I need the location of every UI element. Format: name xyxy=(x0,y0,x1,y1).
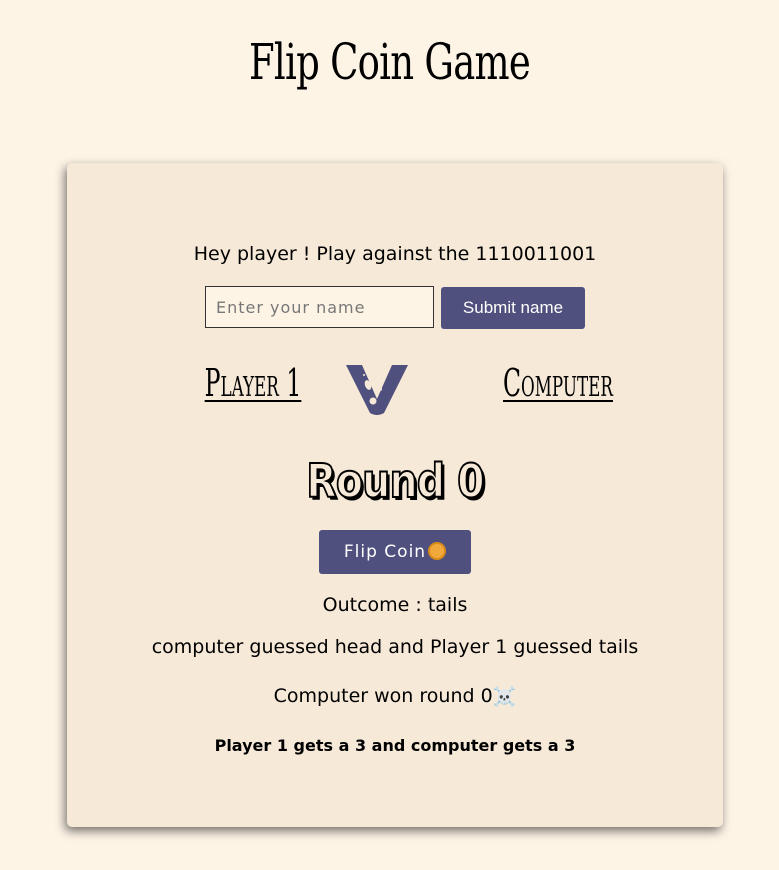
player-label: Player 1 xyxy=(204,361,302,405)
game-card: Hey player ! Play against the 1110011001… xyxy=(67,163,723,827)
round-result-text: Computer won round 0 xyxy=(273,685,493,707)
name-input[interactable] xyxy=(205,286,434,328)
submit-name-button[interactable]: Submit name xyxy=(441,287,585,329)
round-title: Round 0 xyxy=(305,453,485,509)
round-result: Computer won round 0☠️ xyxy=(67,683,723,710)
coin-icon xyxy=(428,542,447,560)
computer-label: Computer xyxy=(503,361,613,405)
outcome-text: Outcome : tails xyxy=(322,594,468,616)
page-title: Flip Coin Game xyxy=(248,33,531,91)
guesses-text: computer guessed head and Player 1 guess… xyxy=(151,636,639,658)
intro-text: Hey player ! Play against the 1110011001 xyxy=(193,243,597,265)
flip-coin-label: Flip Coin xyxy=(343,542,427,562)
vs-logo-icon xyxy=(346,365,408,415)
flip-coin-button[interactable]: Flip Coin xyxy=(319,530,471,574)
skull-icon: ☠️ xyxy=(492,686,517,708)
score-text: Player 1 gets a 3 and computer gets a 3 xyxy=(214,736,576,755)
